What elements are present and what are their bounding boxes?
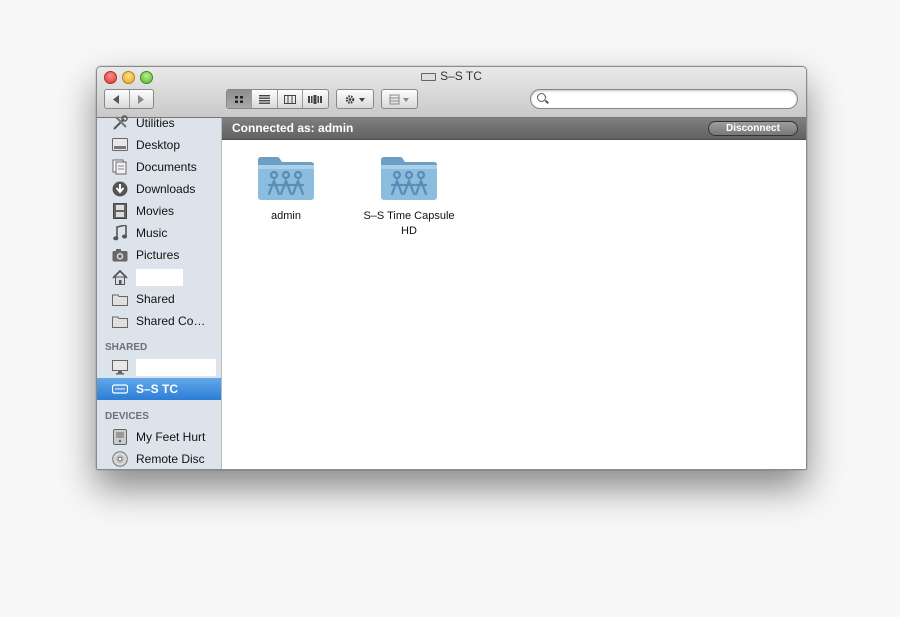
disconnect-button[interactable]: Disconnect — [708, 121, 798, 136]
toolbar: S–S TC — [97, 67, 806, 118]
connection-bar: Connected as: admin Disconnect — [222, 118, 806, 140]
sidebar-item-music[interactable]: Music — [97, 222, 221, 244]
sidebar-item-movies[interactable]: Movies — [97, 200, 221, 222]
movies-icon — [112, 203, 128, 219]
sidebar-item-documents[interactable]: Documents — [97, 156, 221, 178]
sidebar-item-remote-disc[interactable]: Remote Disc — [97, 448, 221, 469]
view-buttons — [226, 89, 329, 109]
pictures-icon — [112, 247, 128, 263]
home-icon — [112, 269, 128, 285]
arrange-button[interactable] — [382, 90, 417, 108]
connected-as-label: Connected as: admin — [232, 121, 354, 135]
window-title-text: S–S TC — [440, 69, 482, 83]
arrange-button-group — [381, 89, 418, 109]
back-button[interactable] — [105, 90, 130, 108]
finder-window: S–S TC Utilities Desktop Documents Downl… — [96, 66, 807, 470]
folder-icon — [112, 313, 128, 329]
utilities-icon — [112, 115, 128, 131]
sidebar-item-s-s-tc[interactable]: S–S TC — [97, 378, 221, 400]
forward-button[interactable] — [130, 90, 154, 108]
sidebar-item-label: Remote Disc — [136, 452, 205, 466]
documents-icon — [112, 159, 128, 175]
drive-icon — [112, 381, 128, 397]
icon-view-button[interactable] — [227, 90, 253, 108]
search-input[interactable] — [551, 91, 791, 108]
action-button[interactable] — [337, 90, 373, 108]
chevron-left-icon — [112, 94, 119, 104]
downloads-icon — [112, 181, 128, 197]
window-title: S–S TC — [97, 69, 806, 83]
sidebar-item-downloads[interactable]: Downloads — [97, 178, 221, 200]
sidebar-item-label: Utilities — [136, 116, 175, 130]
sidebar: Utilities Desktop Documents Downloads Mo… — [97, 115, 222, 469]
coverflow-view-icon — [308, 94, 323, 104]
music-icon — [112, 225, 128, 241]
sidebar-item-shared-computer[interactable] — [97, 356, 221, 378]
sidebar-item-label — [136, 358, 216, 376]
list-view-icon — [258, 94, 270, 104]
sidebar-section-devices: DEVICES — [105, 411, 149, 422]
sidebar-item-label: Desktop — [136, 138, 181, 152]
sidebar-item-shared-co[interactable]: Shared Co… — [97, 310, 221, 332]
nav-buttons — [104, 89, 154, 109]
column-view-button[interactable] — [278, 90, 303, 108]
sidebar-item-label: Shared Co… — [136, 314, 206, 328]
sidebar-item-label: Downloads — [136, 182, 196, 196]
coverflow-view-button[interactable] — [303, 90, 328, 108]
disk-icon — [112, 429, 128, 445]
sidebar-item-label — [136, 268, 183, 286]
sidebar-item-shared[interactable]: Shared — [97, 288, 221, 310]
sidebar-item-label: Shared — [136, 292, 175, 306]
sidebar-item-home[interactable] — [97, 266, 221, 288]
sidebar-item-label: S–S TC — [136, 382, 179, 396]
folder-item-admin[interactable]: admin — [231, 154, 341, 224]
action-button-group — [336, 89, 374, 109]
sidebar-section-shared: SHARED — [105, 342, 148, 353]
disc-icon — [112, 451, 128, 467]
chevron-right-icon — [138, 94, 145, 104]
gear-icon — [345, 94, 365, 104]
arrange-icon — [389, 94, 409, 104]
sidebar-item-label: Documents — [136, 160, 197, 174]
sidebar-item-utilities[interactable]: Utilities — [97, 112, 221, 134]
folder-item-label: admin — [271, 210, 301, 222]
sidebar-item-label: My Feet Hurt — [136, 430, 206, 444]
search-icon — [537, 93, 546, 102]
column-view-icon — [283, 94, 296, 104]
monitor-icon — [112, 359, 128, 375]
shared-folder-icon — [379, 154, 439, 202]
sidebar-item-desktop[interactable]: Desktop — [97, 134, 221, 156]
folder-item-time-capsule[interactable]: S–S Time Capsule HD — [354, 154, 464, 239]
sidebar-item-pictures[interactable]: Pictures — [97, 244, 221, 266]
sidebar-item-label: Music — [136, 226, 168, 240]
sidebar-item-label: Pictures — [136, 248, 180, 262]
folder-item-label: S–S Time Capsule HD — [363, 210, 455, 237]
icon-view-icon — [234, 95, 243, 103]
sidebar-item-label: Movies — [136, 204, 175, 218]
file-browser: admin S–S Time Capsule HD — [222, 140, 806, 469]
folder-icon — [112, 291, 128, 307]
shared-folder-icon — [256, 154, 316, 202]
sidebar-item-my-feet-hurt[interactable]: My Feet Hurt — [97, 426, 221, 448]
list-view-button[interactable] — [252, 90, 278, 108]
search-field[interactable] — [530, 89, 798, 109]
desktop-icon — [112, 137, 128, 153]
drive-icon — [421, 72, 437, 81]
